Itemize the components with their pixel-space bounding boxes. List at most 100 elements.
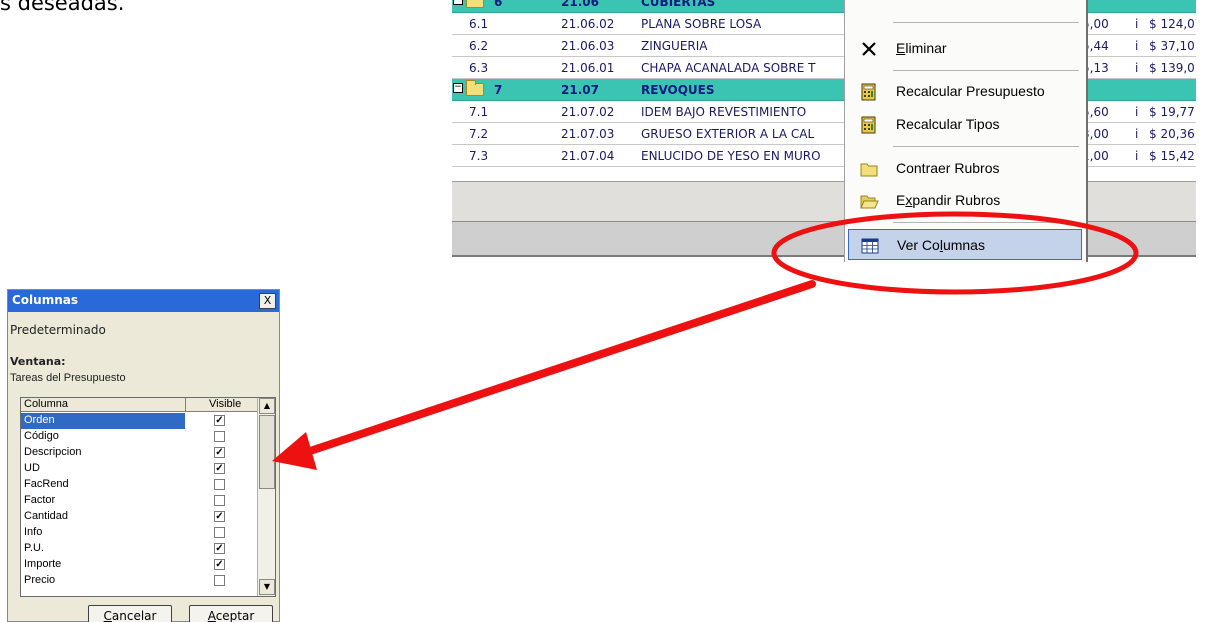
visible-checkbox[interactable] — [214, 479, 225, 490]
info-marker: i — [1135, 149, 1139, 163]
column-row[interactable]: FacRend — [21, 477, 257, 493]
visible-checkbox[interactable] — [214, 575, 225, 586]
codigo-cell: 21.07.04 — [561, 149, 615, 163]
mnemonic-letter: E — [896, 40, 906, 56]
caption-text: s deseadas. — [0, 0, 125, 15]
scroll-up-button[interactable]: ▲ — [259, 398, 275, 414]
column-row[interactable]: P.U. ✓ — [21, 541, 257, 557]
visible-checkbox[interactable] — [214, 431, 225, 442]
budget-grid-screenshot: − 6 21.06 CUBIERTAS 6.1 21.06.02 PLANA SOBRE L… — [452, 0, 1196, 262]
column-row[interactable]: UD ✓ — [21, 461, 257, 477]
vertical-scrollbar[interactable]: ▲ ▼ — [257, 398, 275, 596]
column-name: Código — [24, 430, 59, 442]
visible-checkbox[interactable]: ✓ — [214, 559, 225, 570]
orden-cell: 7 — [494, 83, 503, 97]
column-name: Factor — [24, 494, 56, 506]
descripcion-cell: REVOQUES — [641, 83, 715, 97]
visible-checkbox[interactable] — [214, 495, 225, 506]
descripcion-cell: ZINGUERIA — [641, 39, 708, 53]
codigo-cell: 21.06 — [561, 0, 599, 9]
column-name: Info — [24, 526, 43, 538]
menu-item-recalcular-presupuesto[interactable]: Recalcular Presupuesto — [848, 76, 1082, 107]
column-row[interactable]: Importe ✓ — [21, 557, 257, 573]
column-row[interactable]: Factor — [21, 493, 257, 509]
header-divider — [185, 398, 186, 412]
visible-checkbox[interactable]: ✓ — [214, 415, 225, 426]
descripcion-cell: IDEM BAJO REVESTIMIENTO — [641, 105, 807, 119]
calculator-icon — [859, 115, 879, 135]
context-menu: Eliminar Recalcular Presupuesto Recalcul… — [844, 0, 1088, 262]
menu-item-label: Contraer Rubros — [896, 160, 1000, 176]
scroll-down-button[interactable]: ▼ — [259, 579, 275, 595]
visible-checkbox[interactable]: ✓ — [214, 511, 225, 522]
column-row[interactable]: Descripcion ✓ — [21, 445, 257, 461]
info-marker: i — [1135, 17, 1139, 31]
menu-item-contraer-rubros[interactable]: Contraer Rubros — [848, 153, 1082, 184]
column-name: Orden — [24, 414, 55, 426]
orden-cell: 7.1 — [469, 105, 489, 119]
collapse-toggle-icon[interactable]: − — [453, 83, 463, 93]
column-row[interactable]: Código — [21, 429, 257, 445]
menu-item-label: Expandir Rubros — [896, 192, 1001, 208]
orden-cell: 6.2 — [469, 39, 489, 53]
descripcion-cell: GRUESO EXTERIOR A LA CAL — [641, 127, 815, 141]
descripcion-cell: CUBIERTAS — [641, 0, 716, 9]
orden-cell: 6 — [494, 0, 503, 9]
info-marker: i — [1135, 105, 1139, 119]
column-name: Descripcion — [24, 446, 82, 458]
price-cell: $ 19,77 — [1149, 105, 1195, 119]
descripcion-cell: PLANA SOBRE LOSA — [641, 17, 762, 31]
visible-checkbox[interactable]: ✓ — [214, 543, 225, 554]
column-row[interactable]: Info — [21, 525, 257, 541]
column-name: FacRend — [24, 478, 69, 490]
orden-cell: 7.2 — [469, 127, 489, 141]
accept-button-label: Aceptar — [207, 609, 255, 622]
columns-table-header: Columna Visible — [21, 398, 257, 412]
table-icon — [860, 236, 880, 256]
folder-open-icon — [466, 80, 484, 96]
orden-cell: 6.3 — [469, 61, 489, 75]
column-header-columna: Columna — [24, 398, 69, 410]
column-name: Precio — [24, 574, 56, 586]
price-cell: $ 139,01 — [1149, 61, 1196, 75]
columnas-dialog: Columnas X Predeterminado Ventana: Tarea… — [7, 289, 280, 622]
collapse-toggle-icon[interactable]: − — [453, 0, 463, 5]
column-name: UD — [24, 462, 40, 474]
menu-item-ver-columnas[interactable]: Ver Columnas — [848, 229, 1082, 260]
visible-checkbox[interactable]: ✓ — [214, 447, 225, 458]
menu-item-expandir-rubros[interactable]: Expandir Rubros — [848, 185, 1082, 216]
menu-item-label: Recalcular Tipos — [896, 116, 1000, 132]
column-row[interactable]: Precio — [21, 573, 257, 589]
visible-checkbox[interactable] — [214, 527, 225, 538]
visible-checkbox[interactable]: ✓ — [214, 463, 225, 474]
menu-separator — [893, 146, 1079, 147]
column-name: P.U. — [24, 542, 44, 554]
menu-item-label: Eliminar — [896, 40, 947, 56]
annotation-arrow-shaft — [297, 280, 816, 458]
window-label: Ventana: — [10, 355, 66, 368]
price-cell: $ 15,42 — [1149, 149, 1195, 163]
menu-item-eliminar[interactable]: Eliminar — [848, 33, 1082, 64]
scroll-thumb[interactable] — [259, 415, 275, 489]
cancel-button-label: Cancelar — [103, 609, 157, 622]
dialog-title: Columnas — [12, 293, 78, 307]
codigo-cell: 21.07.03 — [561, 127, 615, 141]
menu-item-label: Recalcular Presupuesto — [896, 83, 1045, 99]
window-value: Tareas del Presupuesto — [10, 372, 126, 384]
codigo-cell: 21.06.02 — [561, 17, 615, 31]
mnemonic-letter: C — [103, 609, 112, 622]
menu-separator — [893, 70, 1079, 71]
info-marker: i — [1135, 39, 1139, 53]
cancel-button[interactable]: Cancelar — [88, 605, 172, 622]
mnemonic-letter: l — [939, 237, 943, 253]
accept-button[interactable]: Aceptar — [189, 605, 273, 622]
column-name: Importe — [24, 558, 62, 570]
column-row[interactable]: Orden ✓ — [21, 413, 257, 429]
mnemonic-letter: A — [207, 609, 216, 622]
menu-item-recalcular-tipos[interactable]: Recalcular Tipos — [848, 109, 1082, 140]
column-row[interactable]: Cantidad ✓ — [21, 509, 257, 525]
codigo-cell: 21.07.02 — [561, 105, 615, 119]
close-button[interactable]: X — [259, 293, 276, 309]
info-marker: i — [1135, 61, 1139, 75]
dialog-title-bar[interactable]: Columnas X — [8, 290, 279, 312]
